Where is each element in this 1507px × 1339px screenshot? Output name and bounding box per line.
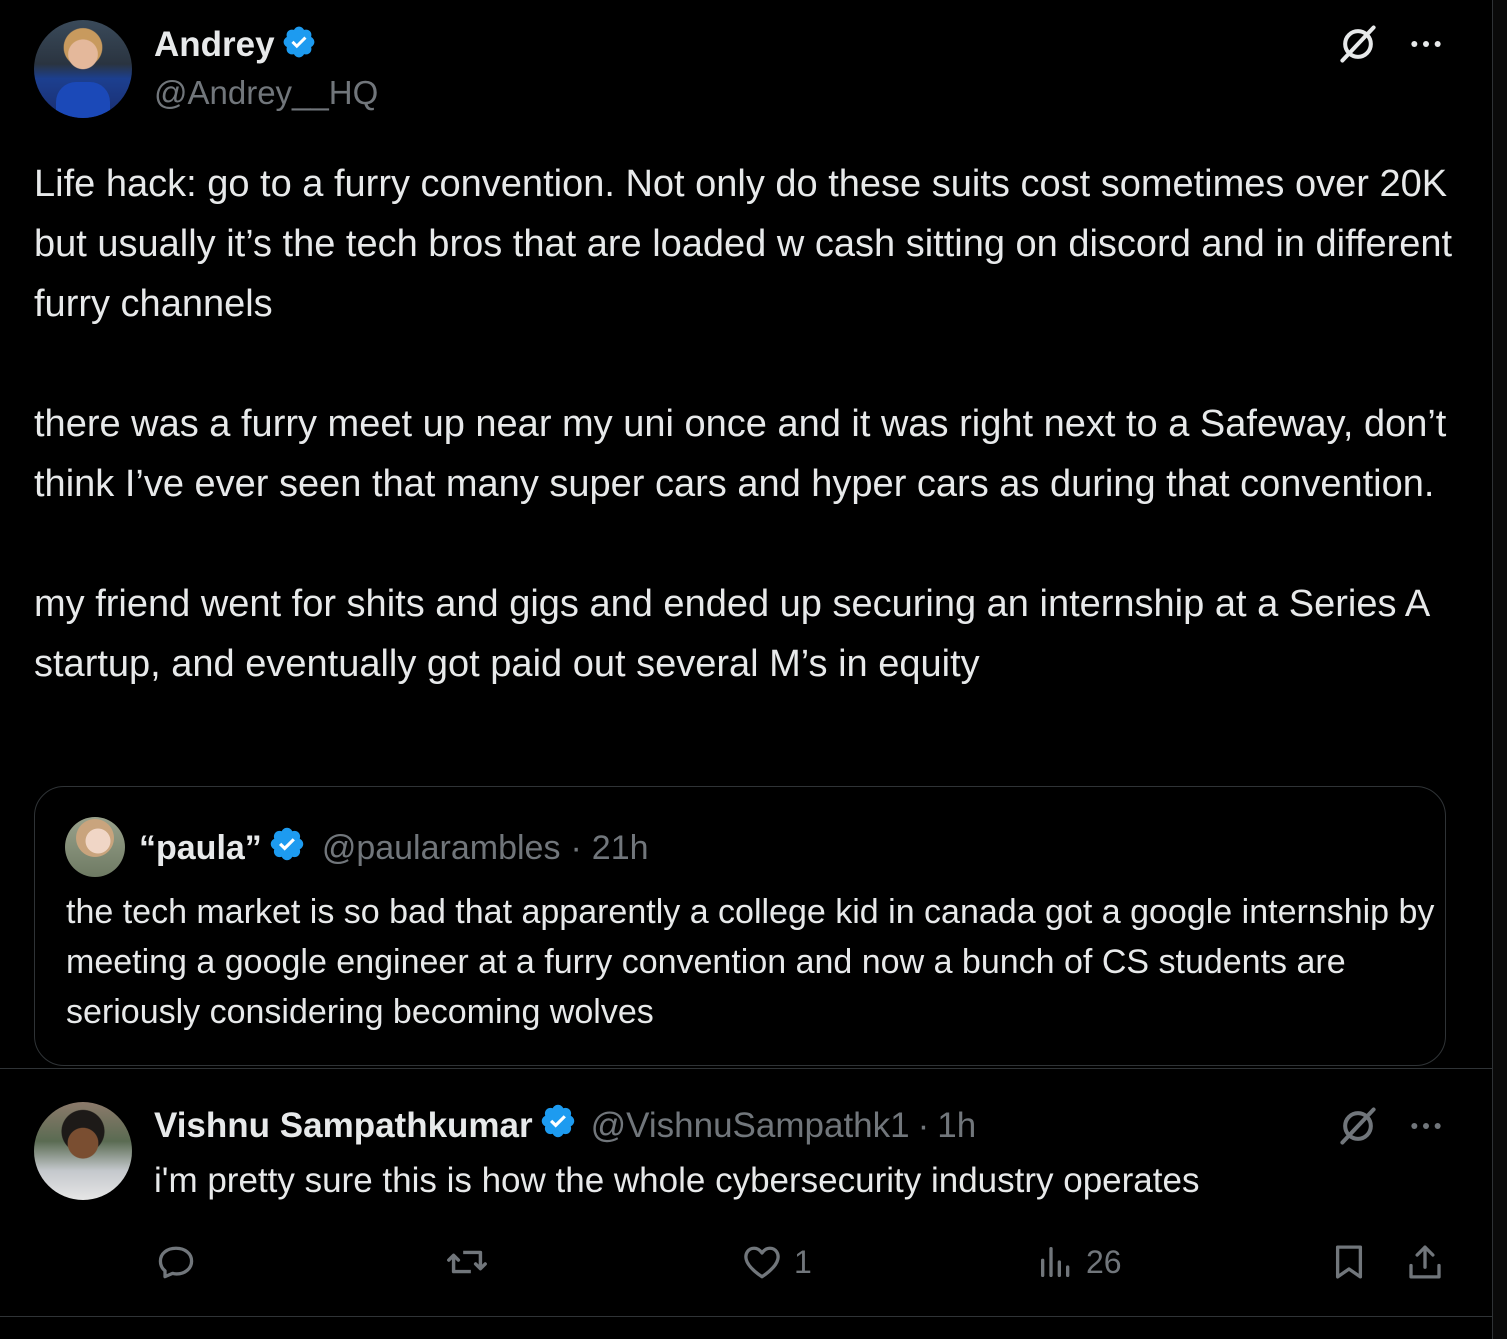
reply-top-actions: [1336, 1104, 1446, 1153]
share-icon: [1404, 1240, 1446, 1284]
author-name[interactable]: Andrey: [154, 25, 275, 65]
more-icon[interactable]: [1406, 24, 1446, 69]
share-button[interactable]: [1404, 1238, 1446, 1286]
bookmark-icon: [1328, 1240, 1370, 1284]
reply-header: Vishnu Sampathkumar @VishnuSampathk1 · 1…: [154, 1102, 976, 1149]
author-handle[interactable]: @Andrey__HQ: [154, 74, 378, 112]
tweet-paragraph: Life hack: go to a furry convention. Not…: [34, 163, 1453, 325]
quoted-author-handle[interactable]: @paularambles: [322, 829, 561, 868]
like-count: 1: [794, 1243, 812, 1280]
quoted-tweet-text: the tech market is so bad that apparentl…: [66, 893, 1435, 1031]
reply-button[interactable]: [154, 1238, 208, 1286]
reply-author-handle[interactable]: @VishnuSampathk1: [591, 1106, 910, 1146]
reply-author-name[interactable]: Vishnu Sampathkumar: [154, 1106, 533, 1146]
author-avatar[interactable]: [34, 20, 132, 118]
analytics-icon: [1036, 1240, 1076, 1284]
heart-icon: [740, 1240, 784, 1284]
meta-separator: ·: [570, 829, 582, 867]
grok-icon[interactable]: [1336, 1104, 1380, 1153]
repost-button[interactable]: [444, 1238, 500, 1286]
tweet-paragraph: my friend went for shits and gigs and en…: [34, 583, 1429, 685]
more-icon[interactable]: [1406, 1106, 1446, 1151]
tweet-text: Life hack: go to a furry convention. Not…: [34, 154, 1454, 694]
verified-badge-icon: [268, 825, 306, 872]
scrollbar-gutter[interactable]: [1493, 0, 1507, 1339]
quoted-author-name[interactable]: “paula”: [139, 829, 262, 868]
views-button[interactable]: 26: [1036, 1238, 1122, 1286]
grok-icon[interactable]: [1336, 22, 1380, 71]
reply-time[interactable]: 1h: [937, 1106, 976, 1146]
quoted-tweet-time[interactable]: 21h: [592, 829, 649, 868]
meta-separator: ·: [917, 1105, 930, 1145]
like-button[interactable]: 1: [740, 1238, 812, 1286]
quoted-tweet-card[interactable]: “paula” @paularambles · 21h the tech mar…: [34, 786, 1446, 1066]
author-name-row: Andrey: [154, 24, 317, 65]
divider: [0, 1316, 1492, 1317]
verified-badge-icon: [539, 1102, 577, 1149]
comment-icon: [154, 1240, 198, 1284]
quoted-author-avatar[interactable]: [65, 817, 125, 877]
quoted-tweet-header: “paula” @paularambles · 21h: [139, 825, 649, 872]
reply-action-bar: 1 26: [154, 1238, 1454, 1286]
repost-icon: [444, 1239, 490, 1285]
reply-author-avatar[interactable]: [34, 1102, 132, 1200]
bookmark-button[interactable]: [1328, 1238, 1370, 1286]
tweet-paragraph: there was a furry meet up near my uni on…: [34, 403, 1447, 505]
reply-text: i'm pretty sure this is how the whole cy…: [154, 1161, 1200, 1200]
tweet-top-actions: [1336, 22, 1446, 71]
divider: [0, 1068, 1492, 1069]
verified-badge-icon: [281, 24, 317, 65]
views-count: 26: [1086, 1243, 1122, 1280]
